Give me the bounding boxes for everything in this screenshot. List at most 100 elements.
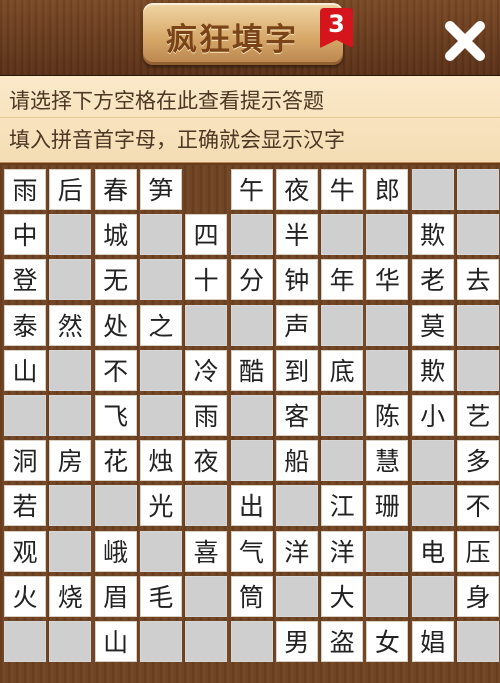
filled-cell[interactable]: 洋 [275, 530, 318, 572]
filled-cell[interactable]: 艺 [457, 395, 499, 436]
filled-cell[interactable]: 泰 [4, 304, 46, 346]
filled-cell[interactable]: 处 [94, 304, 137, 346]
empty-cell[interactable] [457, 304, 499, 346]
filled-cell[interactable]: 后 [49, 169, 92, 210]
filled-cell[interactable]: 登 [4, 259, 46, 301]
empty-cell[interactable] [49, 214, 92, 256]
filled-cell[interactable]: 压 [457, 530, 499, 572]
filled-cell[interactable]: 烧 [49, 575, 92, 617]
filled-cell[interactable]: 眉 [94, 575, 137, 617]
empty-cell[interactable] [457, 169, 499, 210]
filled-cell[interactable]: 牛 [321, 169, 364, 210]
filled-cell[interactable]: 山 [4, 349, 46, 391]
empty-cell[interactable] [411, 575, 454, 617]
empty-cell[interactable] [321, 440, 364, 482]
close-button[interactable] [440, 16, 490, 66]
empty-cell[interactable] [94, 485, 137, 527]
empty-cell[interactable] [366, 349, 409, 391]
filled-cell[interactable]: 莫 [411, 304, 454, 346]
filled-cell[interactable]: 喜 [185, 530, 228, 572]
filled-cell[interactable]: 电 [411, 530, 454, 572]
empty-cell[interactable] [457, 214, 499, 256]
filled-cell[interactable]: 雨 [4, 169, 46, 210]
empty-cell[interactable] [139, 530, 182, 572]
filled-cell[interactable]: 十 [185, 259, 228, 301]
empty-cell[interactable] [49, 621, 92, 662]
filled-cell[interactable]: 冷 [185, 349, 228, 391]
empty-cell[interactable] [49, 485, 92, 527]
filled-cell[interactable]: 中 [4, 214, 46, 256]
empty-cell[interactable] [411, 169, 454, 210]
filled-cell[interactable]: 女 [366, 621, 409, 662]
empty-cell[interactable] [49, 349, 92, 391]
empty-cell[interactable] [230, 440, 273, 482]
empty-cell[interactable] [139, 259, 182, 301]
filled-cell[interactable]: 珊 [366, 485, 409, 527]
empty-cell[interactable] [411, 440, 454, 482]
empty-cell[interactable] [139, 214, 182, 256]
filled-cell[interactable]: 飞 [94, 395, 137, 436]
filled-cell[interactable]: 去 [457, 259, 499, 301]
filled-cell[interactable]: 四 [185, 214, 228, 256]
filled-cell[interactable]: 光 [139, 485, 182, 527]
filled-cell[interactable]: 夜 [185, 440, 228, 482]
empty-cell[interactable] [185, 304, 228, 346]
empty-cell[interactable] [321, 214, 364, 256]
filled-cell[interactable]: 底 [321, 349, 364, 391]
filled-cell[interactable]: 半 [275, 214, 318, 256]
filled-cell[interactable]: 男 [275, 621, 318, 662]
empty-cell[interactable] [411, 485, 454, 527]
filled-cell[interactable]: 火 [4, 575, 46, 617]
filled-cell[interactable]: 笋 [139, 169, 182, 210]
empty-cell[interactable] [366, 530, 409, 572]
filled-cell[interactable]: 娼 [411, 621, 454, 662]
empty-cell[interactable] [275, 575, 318, 617]
filled-cell[interactable]: 欺 [411, 349, 454, 391]
empty-cell[interactable] [366, 575, 409, 617]
filled-cell[interactable]: 午 [230, 169, 273, 210]
empty-cell[interactable] [139, 621, 182, 662]
filled-cell[interactable]: 洋 [321, 530, 364, 572]
empty-cell[interactable] [185, 575, 228, 617]
filled-cell[interactable]: 华 [366, 259, 409, 301]
empty-cell[interactable] [366, 214, 409, 256]
filled-cell[interactable]: 陈 [366, 395, 409, 436]
filled-cell[interactable]: 花 [94, 440, 137, 482]
filled-cell[interactable]: 烛 [139, 440, 182, 482]
filled-cell[interactable]: 身 [457, 575, 499, 617]
filled-cell[interactable]: 山 [94, 621, 137, 662]
filled-cell[interactable]: 老 [411, 259, 454, 301]
filled-cell[interactable]: 出 [230, 485, 273, 527]
filled-cell[interactable]: 若 [4, 485, 46, 527]
empty-cell[interactable] [230, 395, 273, 436]
empty-cell[interactable] [457, 621, 499, 662]
filled-cell[interactable]: 小 [411, 395, 454, 436]
filled-cell[interactable]: 慧 [366, 440, 409, 482]
empty-cell[interactable] [366, 304, 409, 346]
filled-cell[interactable]: 酷 [230, 349, 273, 391]
empty-cell[interactable] [230, 621, 273, 662]
empty-cell[interactable] [4, 621, 46, 662]
filled-cell[interactable]: 无 [94, 259, 137, 301]
filled-cell[interactable]: 多 [457, 440, 499, 482]
empty-cell[interactable] [139, 395, 182, 436]
filled-cell[interactable]: 船 [275, 440, 318, 482]
filled-cell[interactable]: 气 [230, 530, 273, 572]
filled-cell[interactable]: 声 [275, 304, 318, 346]
filled-cell[interactable]: 毛 [139, 575, 182, 617]
filled-cell[interactable]: 到 [275, 349, 318, 391]
filled-cell[interactable]: 钟 [275, 259, 318, 301]
filled-cell[interactable]: 洞 [4, 440, 46, 482]
filled-cell[interactable]: 观 [4, 530, 46, 572]
filled-cell[interactable]: 然 [49, 304, 92, 346]
filled-cell[interactable]: 筒 [230, 575, 273, 617]
empty-cell[interactable] [4, 395, 46, 436]
filled-cell[interactable]: 雨 [185, 395, 228, 436]
filled-cell[interactable]: 春 [94, 169, 137, 210]
empty-cell[interactable] [185, 621, 228, 662]
filled-cell[interactable]: 之 [139, 304, 182, 346]
filled-cell[interactable]: 客 [275, 395, 318, 436]
filled-cell[interactable]: 峨 [94, 530, 137, 572]
filled-cell[interactable]: 夜 [275, 169, 318, 210]
filled-cell[interactable]: 不 [457, 485, 499, 527]
